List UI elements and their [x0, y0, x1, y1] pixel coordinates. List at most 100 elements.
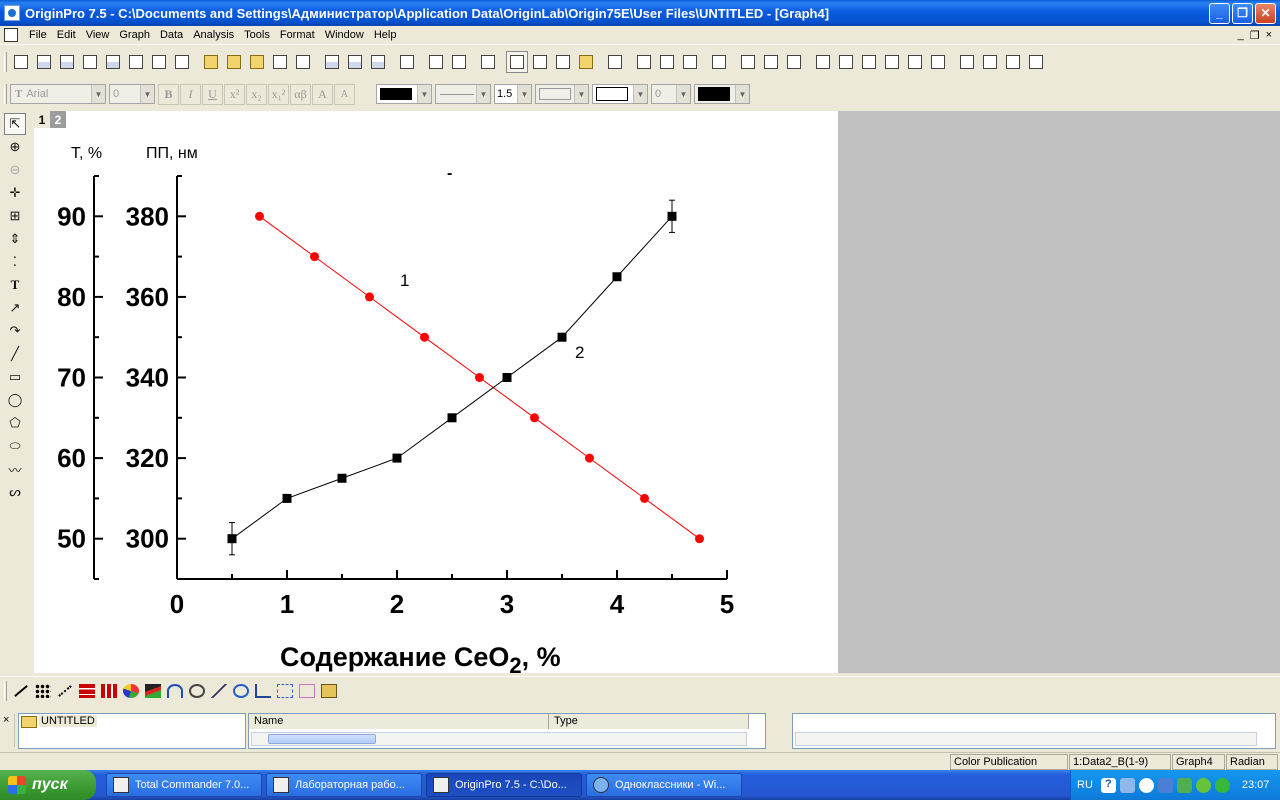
- open-icon[interactable]: [200, 51, 222, 73]
- mdi-restore-button[interactable]: ❐: [1250, 29, 1260, 42]
- layer-double-y-icon[interactable]: [927, 51, 949, 73]
- region-tool-icon[interactable]: ⬭: [4, 435, 26, 457]
- start-button[interactable]: пуск: [0, 770, 96, 800]
- layer-top-icon[interactable]: [835, 51, 857, 73]
- template-library-icon[interactable]: [318, 680, 340, 702]
- info-icon[interactable]: [1214, 777, 1230, 793]
- rectangle-tool-icon[interactable]: ▭: [4, 366, 26, 388]
- menu-tools[interactable]: Tools: [239, 29, 275, 41]
- x-axis-title[interactable]: Содержание CeO2, %: [280, 642, 561, 673]
- zoom-in-tool-icon[interactable]: ⊕: [4, 136, 26, 158]
- horizontal-scrollbar[interactable]: [795, 732, 1257, 746]
- network-icon[interactable]: [1157, 777, 1173, 793]
- toolbar-grip[interactable]: [4, 680, 7, 701]
- folder-tree[interactable]: UNTITLED: [18, 713, 246, 749]
- y2-axis-title[interactable]: ПП, нм: [146, 145, 198, 162]
- line-tool-icon[interactable]: ╱: [4, 343, 26, 365]
- new-worksheet-icon[interactable]: [33, 51, 55, 73]
- new-layout-icon[interactable]: [148, 51, 170, 73]
- menu-graph[interactable]: Graph: [114, 29, 155, 41]
- graph-window-icon[interactable]: [4, 28, 18, 42]
- print-icon[interactable]: [396, 51, 418, 73]
- polygon-tool-icon[interactable]: ⬠: [4, 412, 26, 434]
- symbol-color-select[interactable]: ▼: [694, 84, 750, 104]
- refresh-icon[interactable]: [425, 51, 447, 73]
- area-plot-icon[interactable]: [142, 680, 164, 702]
- merge-graphs-icon[interactable]: [783, 51, 805, 73]
- timestamp-align-icon[interactable]: [956, 51, 978, 73]
- curved-arrow-tool-icon[interactable]: ↷: [4, 320, 26, 342]
- save-template-icon[interactable]: [292, 51, 314, 73]
- menu-help[interactable]: Help: [369, 29, 402, 41]
- custom-routine-icon[interactable]: [575, 51, 597, 73]
- color-scale-icon[interactable]: [1002, 51, 1024, 73]
- toolbar-grip[interactable]: [4, 84, 7, 104]
- underline-button[interactable]: U: [202, 83, 223, 105]
- project-explorer-icon[interactable]: [477, 51, 499, 73]
- results-log-icon[interactable]: [506, 51, 528, 73]
- line-width-select[interactable]: 1.5 ▼: [494, 84, 532, 104]
- script-window-icon[interactable]: [529, 51, 551, 73]
- new-function-icon[interactable]: [125, 51, 147, 73]
- scrollbar-thumb[interactable]: [268, 734, 376, 744]
- mdi-minimize-button[interactable]: _: [1238, 29, 1244, 42]
- toolbar-grip[interactable]: [4, 52, 7, 72]
- duplicate-icon[interactable]: [448, 51, 470, 73]
- data-reader-tool-icon[interactable]: ⊞: [4, 205, 26, 227]
- menu-format[interactable]: Format: [275, 29, 320, 41]
- close-button[interactable]: ✕: [1255, 2, 1276, 24]
- line-color-select[interactable]: ▼: [376, 84, 432, 104]
- bold-button[interactable]: B: [158, 83, 179, 105]
- graph-plot[interactable]: 0 1 2 3 4 5 300 320 340 360 380 50 60 70 80 90 T, % ПП,…: [34, 111, 838, 673]
- explorer-close-icon[interactable]: ×: [3, 714, 15, 747]
- open-template-icon[interactable]: [223, 51, 245, 73]
- new-excel-icon[interactable]: [56, 51, 78, 73]
- minimize-button[interactable]: _: [1209, 2, 1230, 24]
- whole-page-icon[interactable]: [679, 51, 701, 73]
- decrease-font-button[interactable]: A: [334, 83, 355, 105]
- add-inset-graph-icon[interactable]: [760, 51, 782, 73]
- bar-plot-icon[interactable]: [76, 680, 98, 702]
- layer-bottom-left-icon[interactable]: [812, 51, 834, 73]
- text-tool-icon[interactable]: T: [4, 274, 26, 296]
- mdi-close-button[interactable]: ×: [1266, 29, 1272, 42]
- arrow-tool-icon[interactable]: ↗: [4, 297, 26, 319]
- ternary-plot-icon[interactable]: [208, 680, 230, 702]
- menu-window[interactable]: Window: [320, 29, 369, 41]
- add-column-icon[interactable]: [604, 51, 626, 73]
- rescale-icon[interactable]: [708, 51, 730, 73]
- help-icon[interactable]: ?: [1100, 777, 1116, 793]
- menu-data[interactable]: Data: [155, 29, 188, 41]
- task-internet-explorer[interactable]: Одноклассники - Wi...: [586, 773, 742, 797]
- subscript-button[interactable]: x₂: [246, 83, 267, 105]
- layer-right-icon[interactable]: [858, 51, 880, 73]
- scatter-plot-icon[interactable]: [32, 680, 54, 702]
- new-matrix-icon[interactable]: [102, 51, 124, 73]
- column-name-header[interactable]: Name: [249, 714, 549, 729]
- curve-label-2[interactable]: 2: [575, 343, 584, 362]
- fill-area-plot-icon[interactable]: [164, 680, 186, 702]
- line-plot-icon[interactable]: [10, 680, 32, 702]
- new-notes-icon[interactable]: [171, 51, 193, 73]
- pie-chart-icon[interactable]: [120, 680, 142, 702]
- font-size-select[interactable]: 0 ▼: [109, 84, 155, 104]
- microphone-icon[interactable]: [1119, 777, 1135, 793]
- data-selector-tool-icon[interactable]: ⇕: [4, 228, 26, 250]
- zoom-out-tool-icon[interactable]: ⊖: [4, 159, 26, 181]
- import-multiple-ascii-icon[interactable]: [344, 51, 366, 73]
- task-originpro[interactable]: OriginPro 7.5 - C:\Do...: [426, 773, 582, 797]
- pointer-tool-icon[interactable]: ⇱: [4, 113, 26, 135]
- smith-chart-icon[interactable]: [230, 680, 252, 702]
- add-top-x-axis-icon[interactable]: [737, 51, 759, 73]
- restore-button[interactable]: ❐: [1232, 2, 1253, 24]
- top-dash-mark[interactable]: -: [447, 165, 452, 182]
- increase-font-button[interactable]: A: [312, 83, 333, 105]
- code-builder-icon[interactable]: [552, 51, 574, 73]
- polar-plot-icon[interactable]: [186, 680, 208, 702]
- menu-file[interactable]: File: [24, 29, 52, 41]
- polyline-tool-icon[interactable]: 〰: [4, 458, 26, 480]
- draw-data-tool-icon[interactable]: ⁚: [4, 251, 26, 273]
- supersubscript-button[interactable]: x₁²: [268, 83, 289, 105]
- open-excel-icon[interactable]: [246, 51, 268, 73]
- import-wizard-icon[interactable]: [367, 51, 389, 73]
